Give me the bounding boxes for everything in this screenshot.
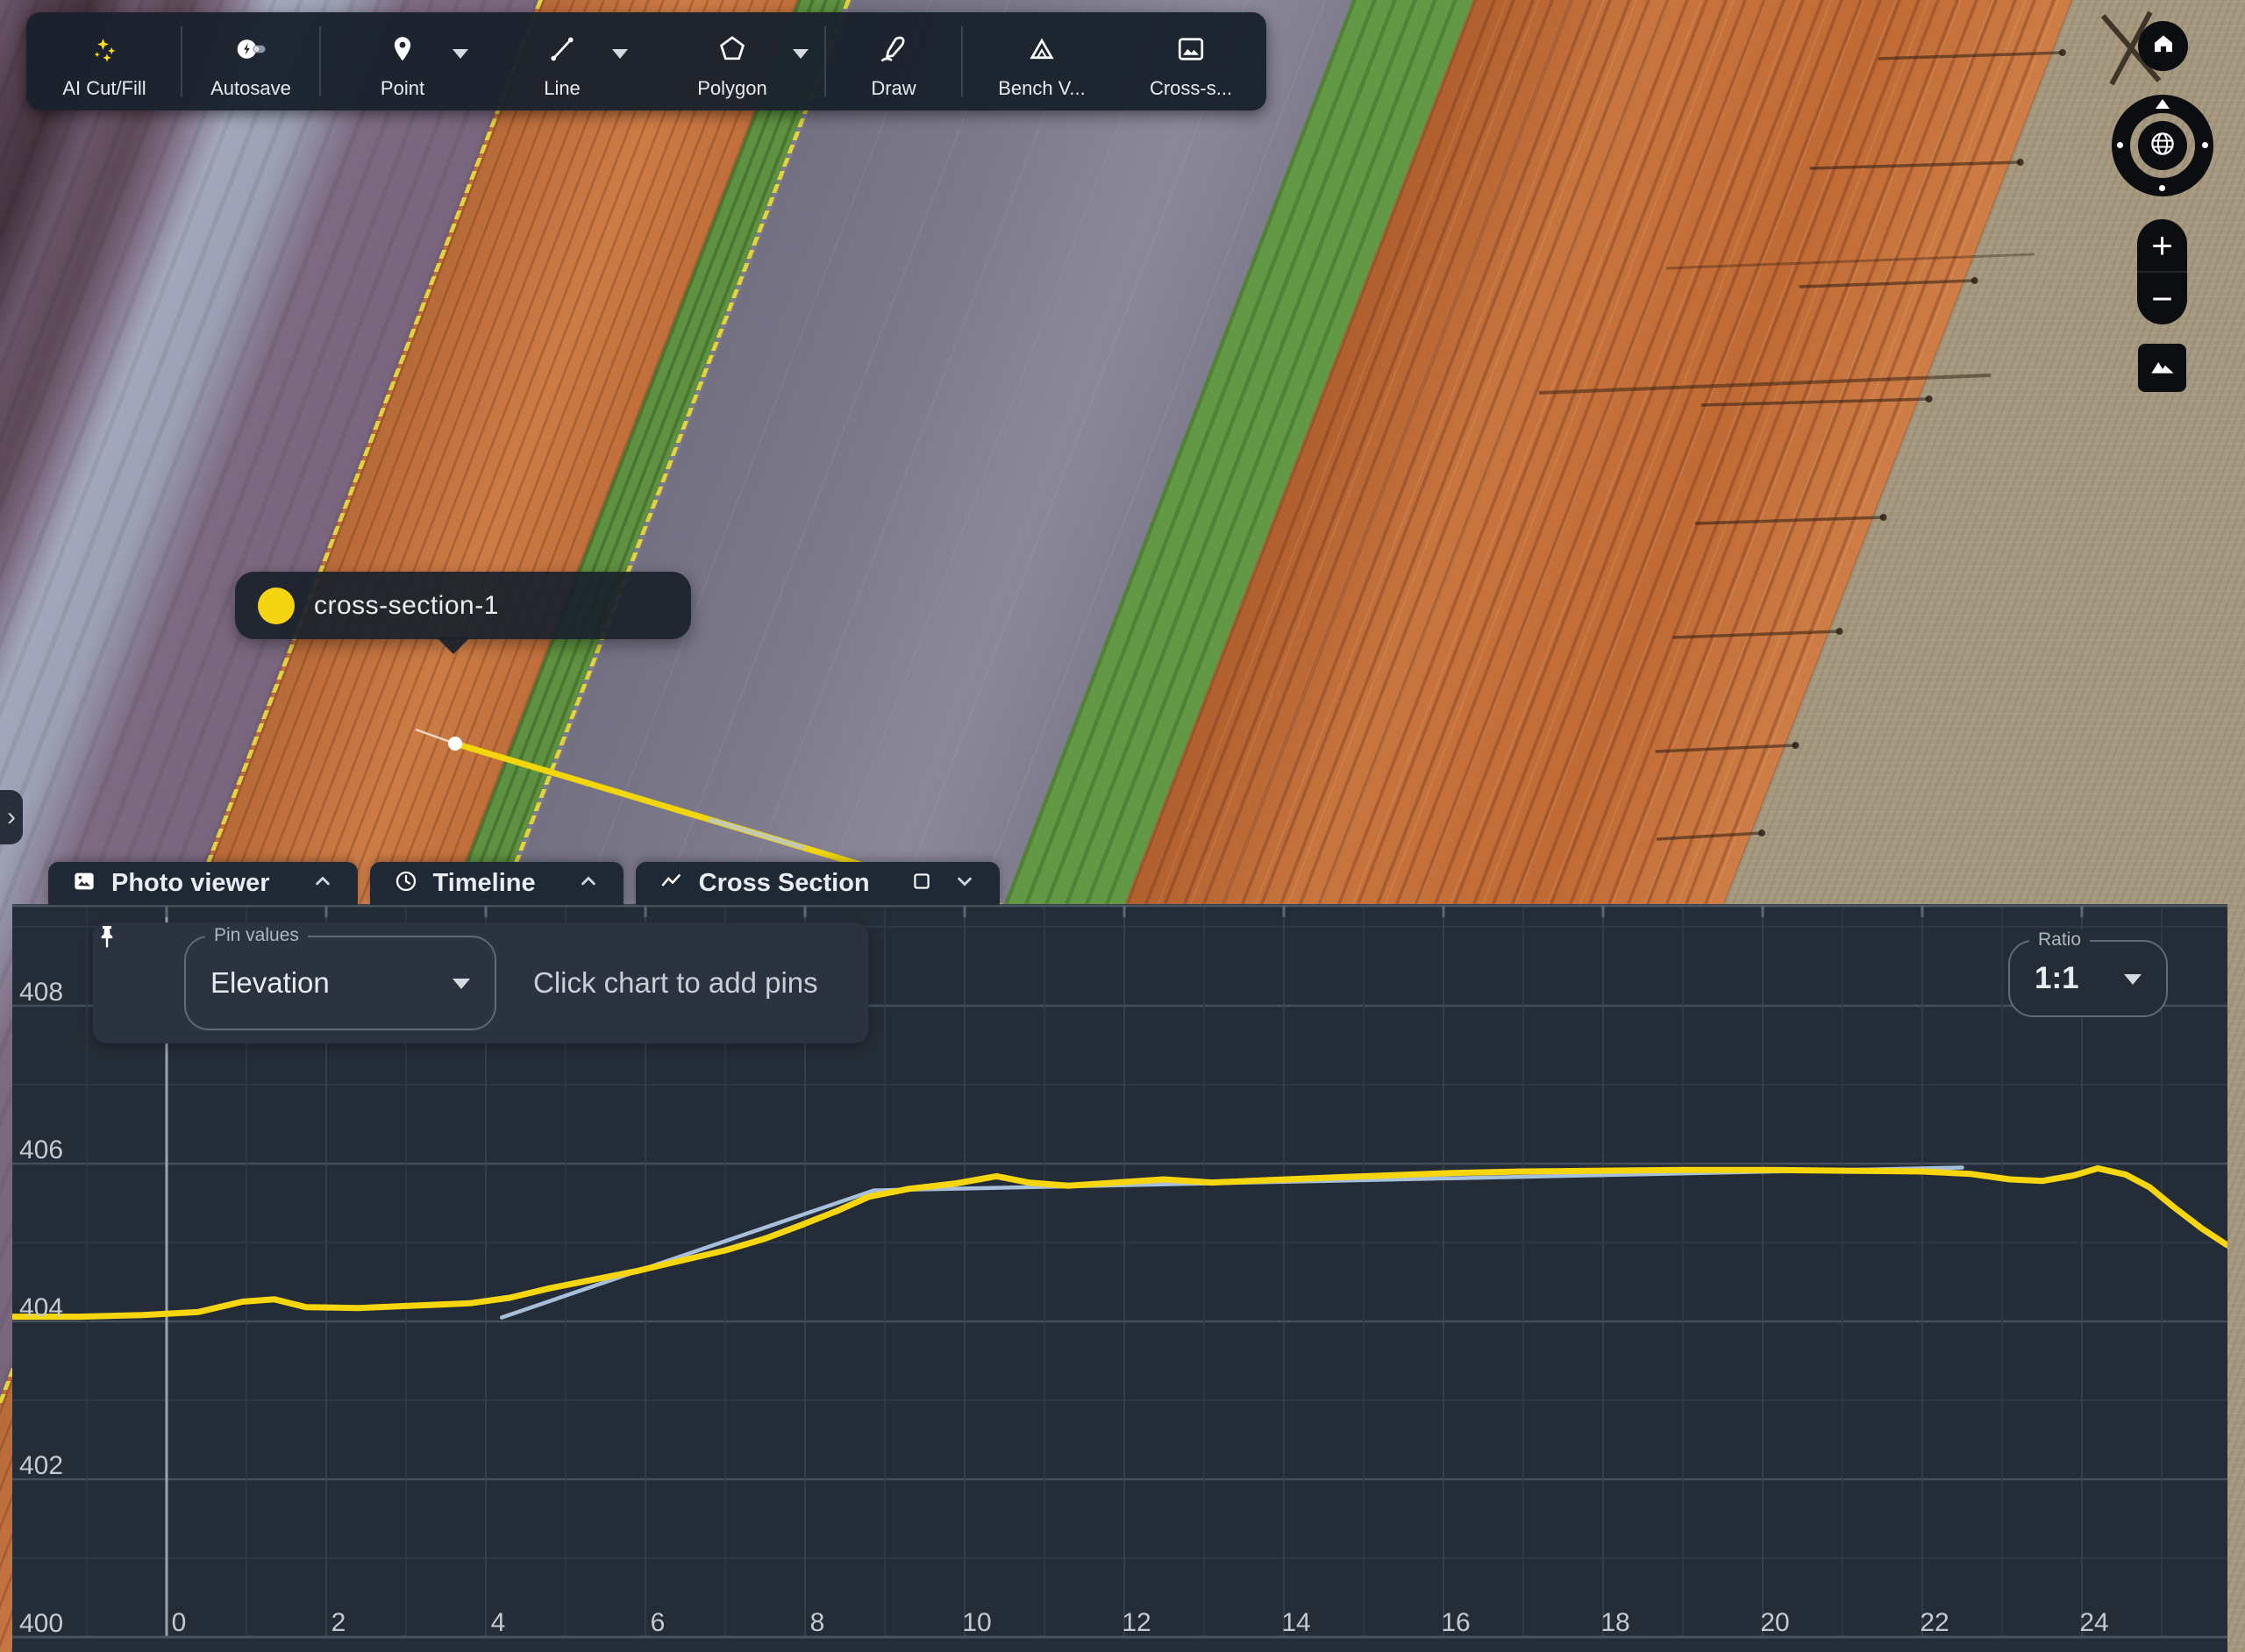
map-pin-icon xyxy=(387,33,418,65)
chevron-right-icon: › xyxy=(7,802,16,832)
toolbar-divider xyxy=(961,26,963,96)
x-tick-label: 22 xyxy=(1920,1608,1949,1637)
bench-icon xyxy=(1026,33,1058,65)
square-icon[interactable] xyxy=(910,870,933,897)
ratio-dropdown[interactable]: Ratio 1:1 xyxy=(2008,940,2168,1017)
sparkles-icon xyxy=(89,33,120,65)
autosave-toggle-icon xyxy=(235,33,267,65)
polygon-icon xyxy=(716,33,748,65)
x-tick-label: 6 xyxy=(651,1608,666,1637)
tab-label: Cross Section xyxy=(699,869,870,898)
photo-icon xyxy=(71,868,97,899)
terrain-icon xyxy=(2149,352,2177,384)
toolbar-item-autosave[interactable]: Autosave xyxy=(184,12,317,110)
pin-controls-card: Pin values Elevation Click chart to add … xyxy=(93,922,868,1043)
globe-icon xyxy=(2148,129,2177,163)
draw-icon xyxy=(878,33,909,65)
x-tick-label: 18 xyxy=(1600,1608,1629,1637)
toolbar-item-label: AI Cut/Fill xyxy=(62,77,146,100)
chevron-down-icon xyxy=(453,979,470,989)
zoom-in-button[interactable]: + xyxy=(2137,219,2187,271)
chevron-up-icon[interactable] xyxy=(576,869,601,898)
toolbar-item-polygon[interactable]: Polygon xyxy=(642,12,823,110)
cross-section-label-tooltip[interactable]: cross-section-1 xyxy=(235,572,691,639)
north-arrow-icon xyxy=(2156,99,2170,109)
zoom-out-button[interactable]: − xyxy=(2137,273,2187,324)
toolbar-item-bench-v[interactable]: Bench V... xyxy=(965,12,1119,110)
chevron-down-icon[interactable] xyxy=(793,49,809,59)
drawing-toolbar: AI Cut/Fill Autosave Point Line Polygon Draw B… xyxy=(26,12,1266,110)
cross-section-image-icon xyxy=(1175,33,1207,65)
toolbar-item-label: Autosave xyxy=(210,77,291,100)
x-tick-label: 0 xyxy=(172,1608,187,1637)
plus-icon: + xyxy=(2151,227,2173,264)
ratio-selected: 1:1 xyxy=(2035,961,2079,996)
toolbar-item-label: Cross-s... xyxy=(1150,77,1232,100)
pin-values-selected: Elevation xyxy=(210,966,330,1000)
app-window: cross-section-1 › AI Cut/Fill Autosave Poi… xyxy=(0,0,2245,1652)
x-tick-label: 2 xyxy=(331,1608,346,1637)
compass-control[interactable] xyxy=(2112,95,2213,196)
home-icon xyxy=(2149,30,2177,62)
globe-button[interactable] xyxy=(2138,121,2187,170)
chevron-down-icon[interactable] xyxy=(453,49,468,59)
toolbar-item-label: Polygon xyxy=(697,77,767,100)
terrain-layer-button[interactable] xyxy=(2138,344,2186,392)
ratio-label: Ratio xyxy=(2029,929,2090,951)
y-tick-label: 402 xyxy=(19,1451,63,1480)
x-tick-label: 8 xyxy=(810,1608,825,1637)
pin-values-dropdown[interactable]: Pin values Elevation xyxy=(184,936,496,1030)
cross-section-label: cross-section-1 xyxy=(314,591,499,621)
pin-hint-text: Click chart to add pins xyxy=(533,966,818,1000)
left-panel-expander[interactable]: › xyxy=(0,790,23,844)
y-tick-label: 408 xyxy=(19,978,63,1007)
chevron-down-icon[interactable] xyxy=(612,49,628,59)
x-tick-label: 14 xyxy=(1281,1608,1310,1637)
cross-section-panel: 400402404406408024681012141618202224 Pin… xyxy=(12,904,2227,1652)
x-tick-label: 10 xyxy=(962,1608,991,1637)
y-tick-label: 406 xyxy=(19,1136,63,1164)
toolbar-item-line[interactable]: Line xyxy=(482,12,642,110)
y-tick-label: 400 xyxy=(19,1609,63,1638)
chevron-down-icon[interactable] xyxy=(952,869,977,898)
tab-label: Timeline xyxy=(433,869,536,898)
chevron-down-icon xyxy=(2124,974,2142,985)
pin-values-label: Pin values xyxy=(205,925,308,946)
compass-dot-west xyxy=(2117,142,2123,148)
toolbar-item-point[interactable]: Point xyxy=(323,12,482,110)
chevron-up-icon[interactable] xyxy=(310,869,335,898)
x-tick-label: 4 xyxy=(491,1608,506,1637)
toolbar-item-label: Bench V... xyxy=(998,77,1085,100)
tab-timeline[interactable]: Timeline xyxy=(370,862,624,905)
toolbar-item-label: Draw xyxy=(871,77,916,100)
ratio-control-wrap: Ratio 1:1 xyxy=(2008,940,2168,1017)
compass-dot-south xyxy=(2159,185,2165,191)
compass-dot-east xyxy=(2202,142,2208,148)
x-tick-label: 12 xyxy=(1122,1608,1151,1637)
toolbar-item-cross-s[interactable]: Cross-s... xyxy=(1119,12,1263,110)
y-tick-label: 404 xyxy=(19,1293,63,1322)
clock-icon xyxy=(393,868,419,899)
toolbar-divider xyxy=(319,26,321,96)
tab-cross-section[interactable]: Cross Section xyxy=(636,862,1000,905)
toolbar-item-label: Point xyxy=(381,77,424,100)
home-button[interactable] xyxy=(2138,21,2188,71)
x-tick-label: 24 xyxy=(2079,1608,2108,1637)
chart-line-icon xyxy=(659,868,685,899)
zoom-control: + − xyxy=(2137,219,2187,324)
minus-icon: − xyxy=(2151,281,2173,317)
tab-photo-viewer[interactable]: Photo viewer xyxy=(48,862,358,905)
toolbar-divider xyxy=(181,26,182,96)
toolbar-divider xyxy=(824,26,826,96)
x-tick-label: 20 xyxy=(1760,1608,1789,1637)
toolbar-item-ai-cut-fill[interactable]: AI Cut/Fill xyxy=(30,12,179,110)
x-tick-label: 16 xyxy=(1441,1608,1470,1637)
yellow-dot-icon xyxy=(258,587,295,624)
tab-label: Photo viewer xyxy=(111,869,270,898)
toolbar-item-draw[interactable]: Draw xyxy=(828,12,959,110)
vector-line-icon xyxy=(546,33,578,65)
toolbar-item-label: Line xyxy=(544,77,581,100)
bottom-panel-tabs: Photo viewer Timeline Cross Section xyxy=(48,862,1000,905)
